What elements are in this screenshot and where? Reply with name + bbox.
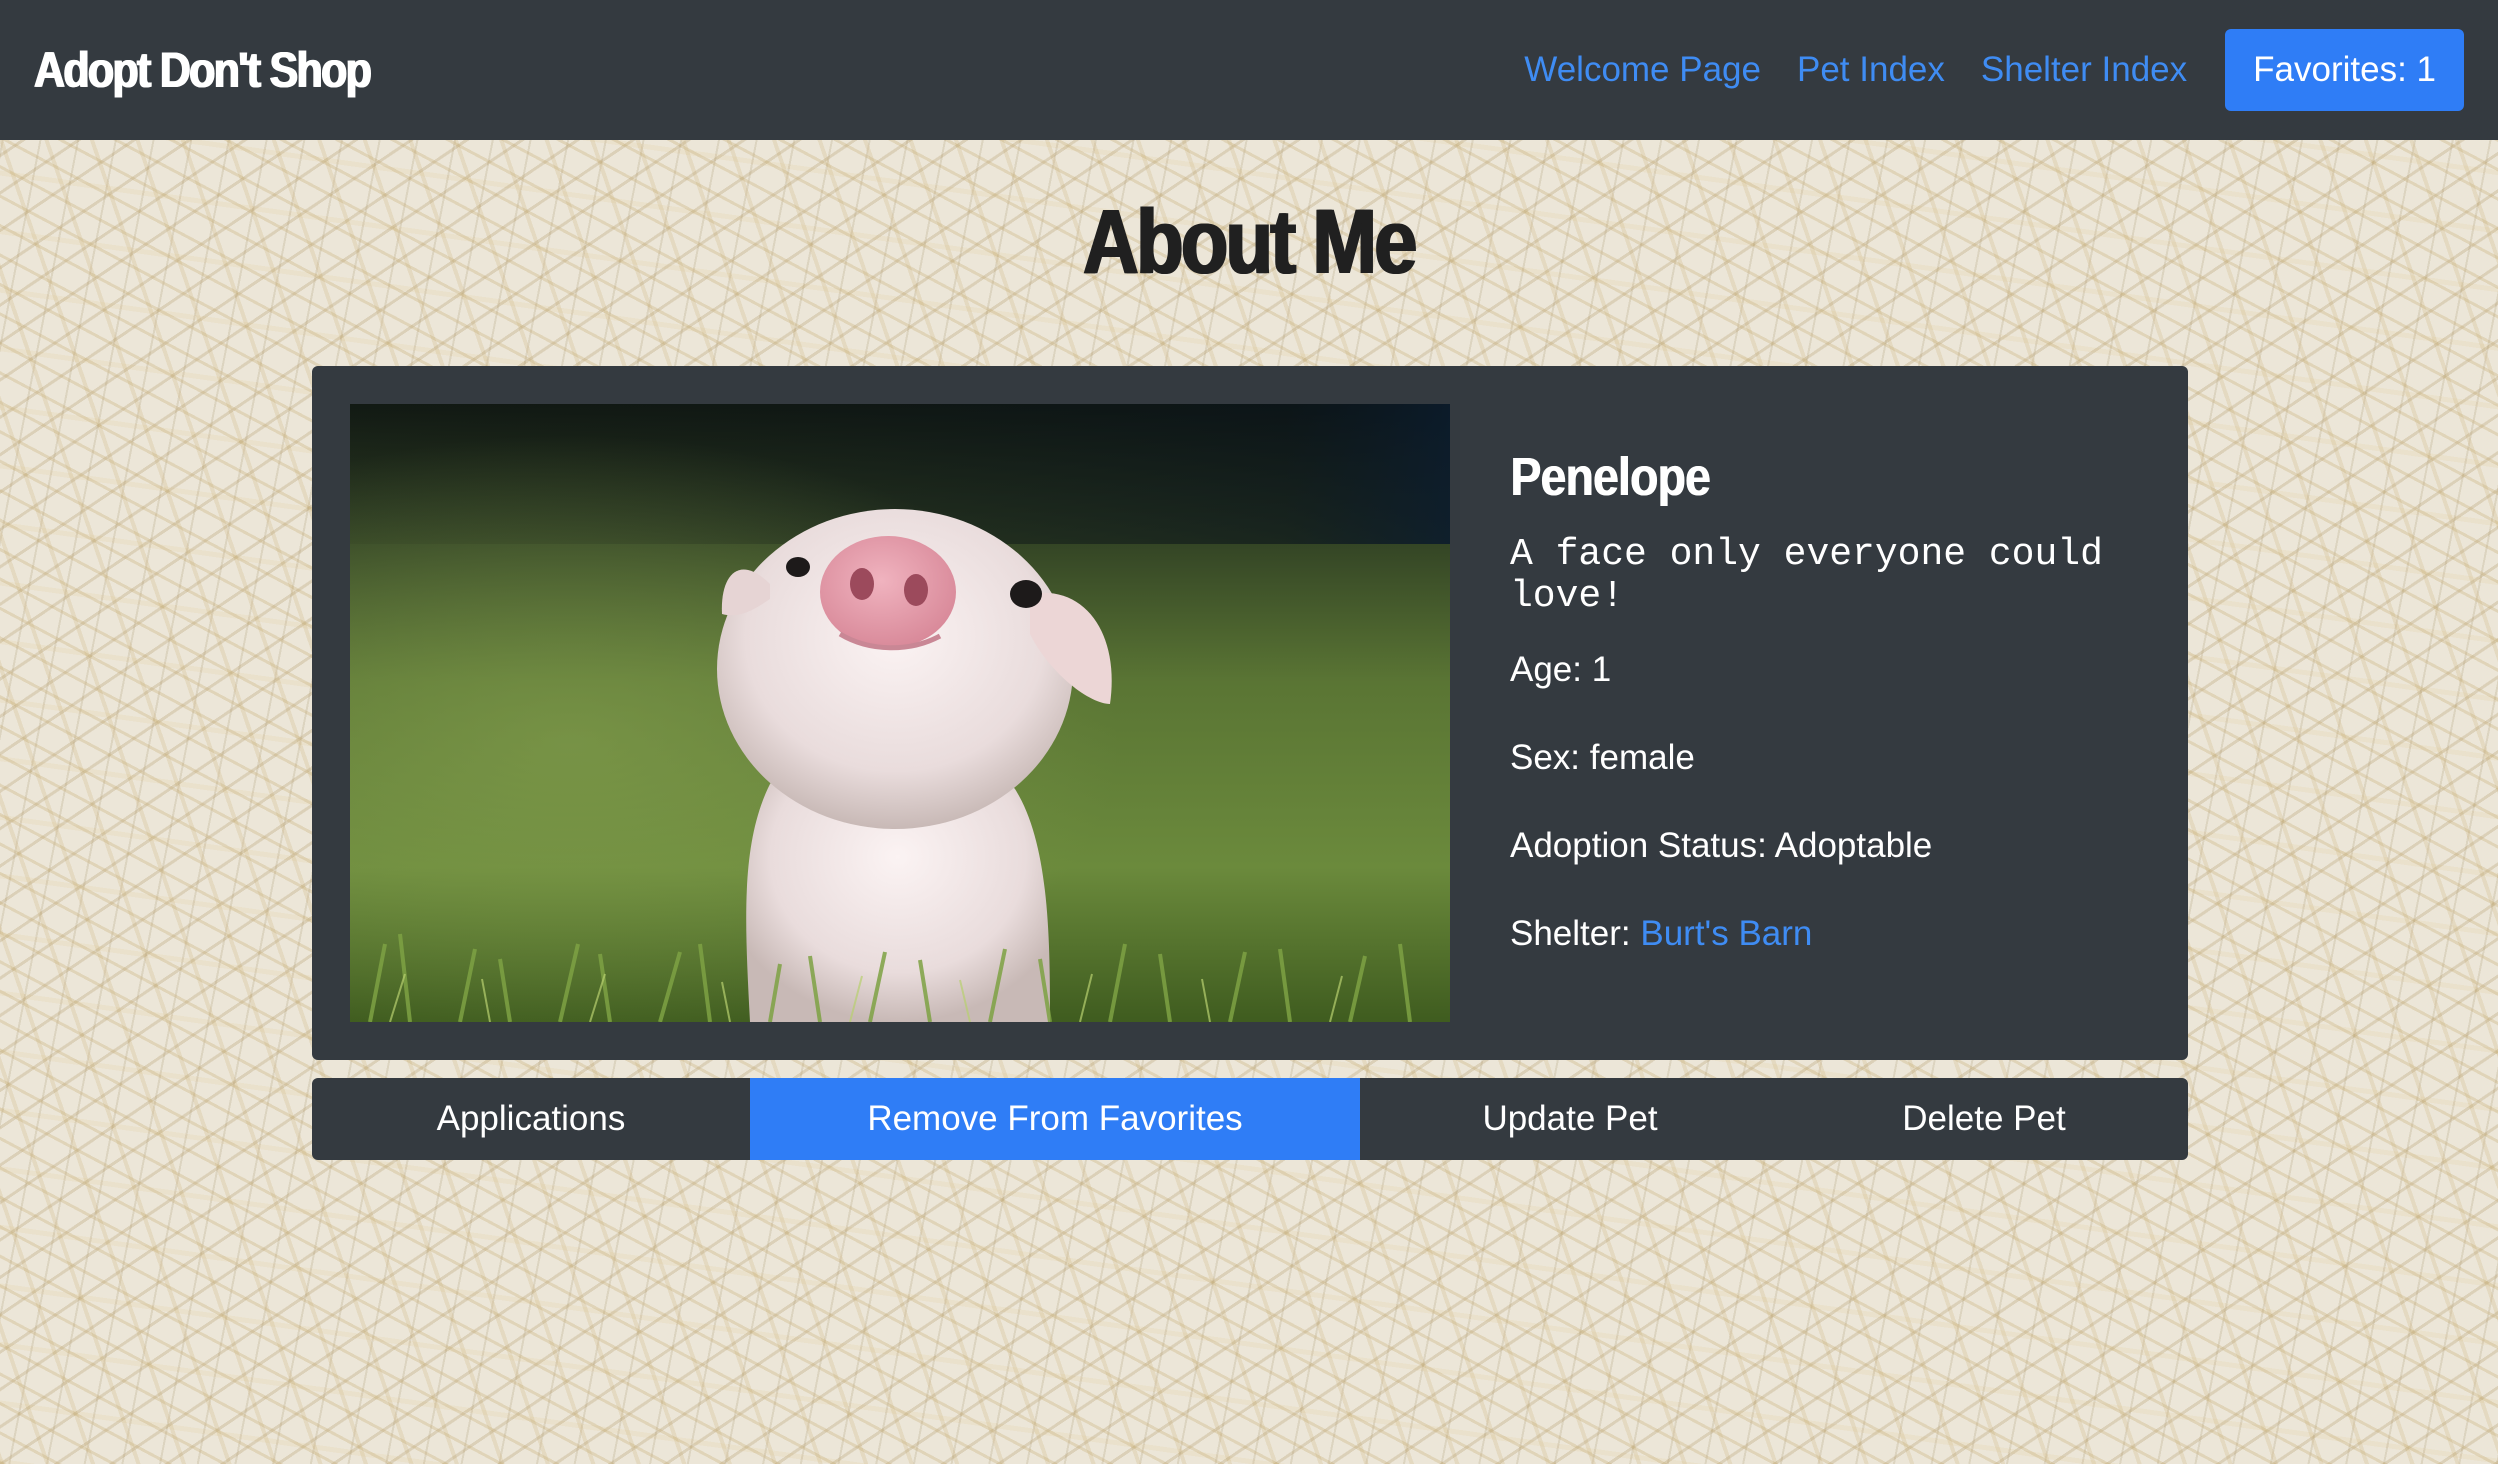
applications-button[interactable]: Applications [312,1078,750,1160]
favorites-button[interactable]: Favorites: 1 [2225,29,2464,111]
pet-age: Age: 1 [1510,650,1612,689]
navbar: Adopt Don't Shop Welcome Page Pet Index … [0,0,2498,140]
pet-info: Penelope A face only everyone could love… [1510,446,2150,954]
pet-photo [350,404,1450,1022]
pet-shelter: Shelter: Burt's Barn [1510,914,2150,954]
pet-sex: Sex: female [1510,738,1695,777]
nav-links: Welcome Page Pet Index Shelter Index Fav… [1488,29,2464,111]
nav-link-pet-index[interactable]: Pet Index [1797,50,1945,90]
shelter-prefix: Shelter: [1510,914,1641,953]
pet-actions: Applications Remove From Favorites Updat… [312,1078,2188,1160]
pet-adoption-status: Adoption Status: Adoptable [1510,826,1933,865]
shelter-link[interactable]: Burt's Barn [1640,914,1812,953]
brand-logo[interactable]: Adopt Don't Shop [34,41,372,99]
update-pet-button[interactable]: Update Pet [1360,1078,1780,1160]
page-title: About Me [0,190,2498,295]
pet-card: Penelope A face only everyone could love… [312,366,2188,1060]
remove-from-favorites-button[interactable]: Remove From Favorites [750,1078,1360,1160]
nav-link-shelter-index[interactable]: Shelter Index [1981,50,2187,90]
delete-pet-button[interactable]: Delete Pet [1780,1078,2188,1160]
pet-description: A face only everyone could love! [1510,533,2103,618]
piglet-image [350,404,1450,1022]
nav-link-welcome[interactable]: Welcome Page [1524,50,1761,90]
page-title-text: About Me [1083,191,1417,293]
pet-name: Penelope [1510,447,1710,507]
